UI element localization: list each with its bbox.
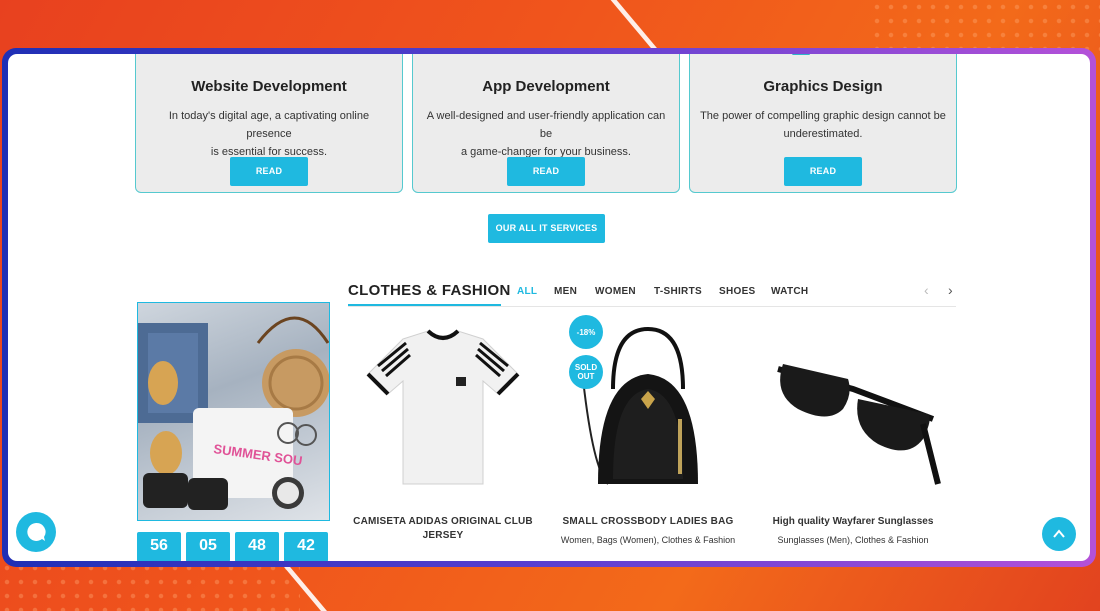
tshirt-image bbox=[366, 329, 520, 485]
all-services-button[interactable]: OUR ALL IT SERVICES bbox=[488, 214, 605, 243]
service-card-app: App Development A well-designed and user… bbox=[412, 54, 680, 205]
product-card[interactable]: -18% SOLD OUT SMALL CROSSBODY LADIES BAG… bbox=[553, 315, 743, 545]
product-card[interactable]: High quality Wayfarer Sunglasses Sunglas… bbox=[758, 319, 948, 545]
section-title: CLOTHES & FASHION bbox=[348, 282, 511, 299]
service-title: Graphics Design bbox=[763, 78, 883, 95]
browser-frame: Website Development In today's digital a… bbox=[2, 48, 1096, 567]
product-card[interactable]: CAMISETA ADIDAS ORIGINAL CLUB JERSEY bbox=[348, 319, 538, 549]
tab-all[interactable]: ALL bbox=[517, 286, 537, 297]
chat-button[interactable] bbox=[16, 512, 56, 552]
product-name[interactable]: CAMISETA ADIDAS ORIGINAL CLUB JERSEY bbox=[348, 515, 538, 543]
service-description: The power of compelling graphic design c… bbox=[700, 110, 946, 140]
services-section: Website Development In today's digital a… bbox=[135, 54, 961, 205]
phone-icon bbox=[511, 54, 581, 57]
promo-banner-image[interactable]: SUMMER SOU bbox=[137, 302, 330, 521]
tab-t-shirts[interactable]: T-SHIRTS bbox=[654, 286, 702, 297]
fashion-flatlay-image: SUMMER SOU bbox=[138, 316, 329, 510]
service-card-website: Website Development In today's digital a… bbox=[135, 54, 403, 205]
service-card-graphics: Graphics Design The power of compelling … bbox=[689, 54, 957, 205]
page-viewport: Website Development In today's digital a… bbox=[8, 54, 1090, 561]
background-dots bbox=[0, 561, 300, 611]
countdown-days: 56 bbox=[137, 532, 181, 561]
palette-icon bbox=[792, 54, 810, 55]
product-image[interactable] bbox=[348, 319, 538, 499]
countdown-minutes: 48 bbox=[235, 532, 279, 561]
sunglasses-image bbox=[777, 364, 941, 485]
product-name[interactable]: High quality Wayfarer Sunglasses bbox=[758, 515, 948, 529]
chat-bubble-icon bbox=[27, 522, 46, 541]
read-more-button[interactable]: READ MORE bbox=[784, 157, 862, 205]
read-more-button[interactable]: READ MORE bbox=[230, 157, 308, 205]
chevron-left-icon[interactable]: ‹ bbox=[924, 282, 929, 298]
service-description: A well-designed and user-friendly applic… bbox=[426, 110, 666, 158]
product-image[interactable] bbox=[758, 319, 948, 499]
product-name[interactable]: SMALL CROSSBODY LADIES BAG bbox=[553, 515, 743, 529]
product-image[interactable]: -18% SOLD OUT bbox=[553, 315, 743, 499]
countdown-seconds: 42 bbox=[284, 532, 328, 561]
tab-shoes[interactable]: SHOES bbox=[719, 286, 756, 297]
read-more-button[interactable]: READ MORE bbox=[507, 157, 585, 205]
product-categories: Sunglasses (Men), Clothes & Fashion bbox=[777, 535, 929, 545]
tab-women[interactable]: WOMEN bbox=[595, 286, 636, 297]
chevron-up-icon bbox=[1053, 529, 1065, 538]
service-title: App Development bbox=[482, 78, 610, 95]
service-description: In today's digital age, a captivating on… bbox=[168, 110, 370, 158]
monitor-icon bbox=[234, 54, 304, 57]
scroll-to-top-button[interactable] bbox=[1042, 517, 1076, 551]
countdown-timer: 56 05 48 42 bbox=[137, 532, 328, 561]
product-categories: Women, Bags (Women), Clothes & Fashion bbox=[560, 535, 736, 545]
countdown-hours: 05 bbox=[186, 532, 230, 561]
discount-badge: -18% bbox=[569, 315, 603, 349]
title-underline bbox=[348, 304, 501, 306]
sold-out-badge: SOLD OUT bbox=[569, 355, 603, 389]
tab-men[interactable]: MEN bbox=[554, 286, 577, 297]
service-title: Website Development bbox=[191, 78, 347, 95]
chevron-right-icon[interactable]: › bbox=[948, 282, 953, 298]
tab-watch[interactable]: WATCH bbox=[771, 286, 808, 297]
fashion-section-header: CLOTHES & FASHION ALL MEN WOMEN T-SHIRTS… bbox=[348, 276, 956, 307]
